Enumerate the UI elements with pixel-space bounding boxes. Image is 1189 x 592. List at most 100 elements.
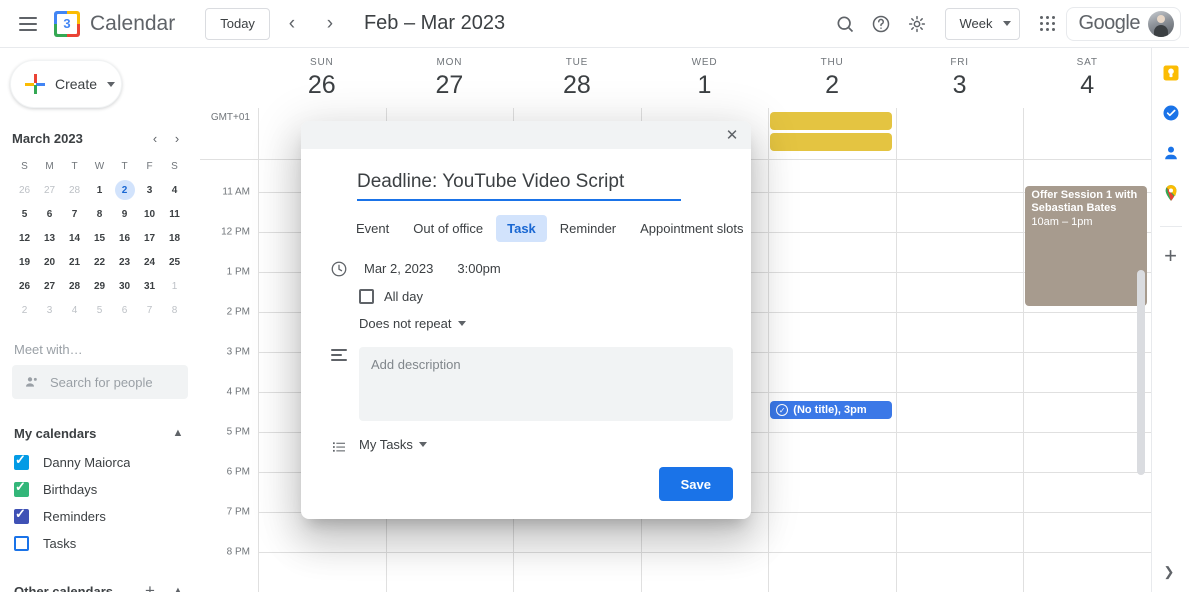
mini-calendar-day[interactable]: 26 [12,178,37,202]
my-calendar-item[interactable]: Tasks [0,530,200,557]
day-header-sat[interactable]: SAT 4 [1023,48,1151,108]
mini-calendar-day[interactable]: 4 [62,298,87,322]
mini-calendar-day[interactable]: 26 [12,274,37,298]
save-button[interactable]: Save [658,467,733,501]
day-header-thu[interactable]: THU 2 [768,48,896,108]
mini-calendar-day[interactable]: 15 [87,226,112,250]
day-header-tue[interactable]: TUE 28 [513,48,641,108]
mini-calendar-day[interactable]: 18 [162,226,187,250]
other-calendars-header[interactable]: Other calendars + ▲ [0,575,200,592]
dialog-tab-appointment-slots[interactable]: Appointment slots [629,215,751,242]
mini-calendar-next-icon[interactable]: › [166,127,188,149]
mini-calendar-day[interactable]: 17 [137,226,162,250]
mini-calendar-day[interactable]: 8 [162,298,187,322]
task-title-input[interactable] [357,171,681,201]
mini-calendar-prev-icon[interactable]: ‹ [144,127,166,149]
tasklist-selector[interactable]: My Tasks [359,437,733,452]
apps-grid-icon[interactable] [1030,6,1066,42]
account-button[interactable]: Google [1065,6,1181,41]
mini-calendar-day[interactable]: 2 [112,178,137,202]
gear-icon[interactable] [899,6,935,42]
day-header-fri[interactable]: FRI 3 [896,48,1024,108]
brand[interactable]: 3 Calendar [54,10,175,37]
calendar-event[interactable]: ✓ (No title), 3pm [770,401,892,419]
mini-calendar-day[interactable]: 13 [37,226,62,250]
calendar-event[interactable]: Offer Session 1 with Sebastian Bates 10am… [1025,186,1147,306]
mini-calendar-day[interactable]: 3 [37,298,62,322]
dialog-tab-event[interactable]: Event [345,215,400,242]
expand-side-panel-icon[interactable]: ❯ [1159,562,1179,582]
mini-calendar-day[interactable]: 3 [137,178,162,202]
avatar[interactable] [1148,10,1174,37]
mini-calendar-day[interactable]: 25 [162,250,187,274]
mini-calendar-day[interactable]: 9 [112,202,137,226]
mini-calendar-day[interactable]: 22 [87,250,112,274]
chevron-up-icon[interactable]: ▲ [164,419,192,447]
mini-calendar-day[interactable]: 11 [162,202,187,226]
my-calendar-item[interactable]: Reminders [0,503,200,530]
close-icon[interactable]: ✕ [721,124,743,146]
mini-calendar-day[interactable]: 31 [137,274,162,298]
day-header-wed[interactable]: WED 1 [641,48,769,108]
day-header-sun[interactable]: SUN 26 [258,48,386,108]
mini-calendar-day[interactable]: 7 [137,298,162,322]
my-calendar-checkbox[interactable] [14,452,29,470]
mini-calendar-day[interactable]: 7 [62,202,87,226]
mini-calendar-day[interactable]: 20 [37,250,62,274]
mini-calendar-day[interactable]: 1 [162,274,187,298]
mini-calendar-day[interactable]: 23 [112,250,137,274]
mini-calendar-day[interactable]: 5 [12,202,37,226]
tasks-icon[interactable] [1160,102,1182,124]
day-header-mon[interactable]: MON 27 [386,48,514,108]
mini-calendar-day-selected[interactable]: 2 [114,180,135,200]
maps-icon[interactable] [1160,182,1182,204]
my-calendars-header[interactable]: My calendars ▲ [0,417,200,449]
mini-calendar-day[interactable]: 8 [87,202,112,226]
task-date-value[interactable]: Mar 2, 2023 [359,258,438,279]
my-calendar-checkbox[interactable] [14,536,29,551]
mini-calendar-day[interactable]: 19 [12,250,37,274]
mini-calendar-day[interactable]: 5 [87,298,112,322]
today-button[interactable]: Today [205,7,270,40]
add-other-calendar-icon[interactable]: + [136,577,164,592]
mini-calendar-day[interactable]: 2 [12,298,37,322]
dialog-tab-out-of-office[interactable]: Out of office [402,215,494,242]
prev-period-icon[interactable]: ‹ [276,8,308,40]
all-day-event[interactable] [770,133,892,151]
chevron-up-icon[interactable]: ▲ [164,577,192,592]
create-button[interactable]: Create [10,60,122,108]
mini-calendar-day[interactable]: 16 [112,226,137,250]
mini-calendar-day[interactable]: 1 [87,178,112,202]
all-day-cell[interactable] [1023,108,1151,159]
mini-calendar-day[interactable]: 27 [37,274,62,298]
dialog-tab-task[interactable]: Task [496,215,547,242]
contacts-icon[interactable] [1160,142,1182,164]
all-day-checkbox[interactable] [359,289,374,304]
mini-calendar-day[interactable]: 24 [137,250,162,274]
next-period-icon[interactable]: › [314,8,346,40]
people-search-input[interactable]: Search for people [12,365,188,399]
mini-calendar-day[interactable]: 27 [37,178,62,202]
all-day-toggle[interactable]: All day [359,289,733,304]
mini-calendar-day[interactable]: 28 [62,178,87,202]
day-column[interactable] [895,160,1024,592]
all-day-cell[interactable] [895,108,1024,159]
mini-calendar-day[interactable]: 12 [12,226,37,250]
description-input[interactable]: Add description [359,347,733,421]
hamburger-menu-icon[interactable] [8,4,48,44]
mini-calendar-day[interactable]: 4 [162,178,187,202]
mini-calendar-day[interactable]: 30 [112,274,137,298]
my-calendar-item[interactable]: Danny Maiorca [0,449,200,476]
mini-calendar-day[interactable]: 6 [37,202,62,226]
mini-calendar-day[interactable]: 10 [137,202,162,226]
search-icon[interactable] [827,6,863,42]
mini-calendar-day[interactable]: 29 [87,274,112,298]
task-time-value[interactable]: 3:00pm [452,258,505,279]
mini-calendar-day[interactable]: 6 [112,298,137,322]
view-selector[interactable]: Week [944,7,1020,40]
mini-calendar-day[interactable]: 14 [62,226,87,250]
keep-icon[interactable] [1160,62,1182,84]
mini-calendar-day[interactable]: 21 [62,250,87,274]
add-side-panel-app-icon[interactable]: + [1164,245,1177,267]
mini-calendar-day[interactable]: 28 [62,274,87,298]
